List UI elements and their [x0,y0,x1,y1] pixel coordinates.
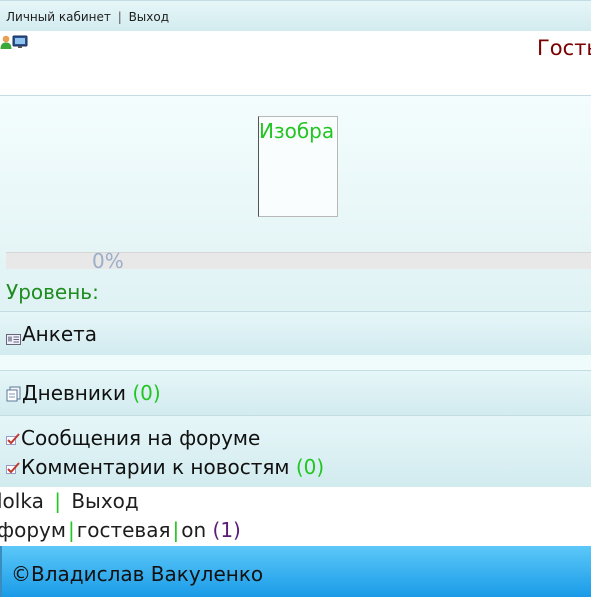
spacer-band [0,355,591,370]
guest-label: Гость [537,36,591,60]
avatar-alt-text: Изобра [259,119,335,143]
anketa-link[interactable]: Анкета [22,322,97,346]
checkmark-icon [6,460,20,474]
diaries-link[interactable]: Дневники [22,381,126,405]
level-label: Уровень: [6,280,99,304]
header: Гость [0,31,591,95]
footer-separator: | [67,518,75,542]
avatar-image: Изобра [258,116,338,217]
user-icon[interactable] [0,34,12,49]
username-link[interactable]: lolka [0,489,44,513]
monitor-icon[interactable] [12,34,28,48]
news-comments-link[interactable]: Комментарии к новостям [21,455,290,479]
profile-section: Изобра 0% Уровень: [0,95,591,312]
checkmark-icon [6,431,20,445]
online-count: (1) [212,518,241,542]
top-bar: Личный кабинет | Выход [0,0,591,33]
footer-separator: | [54,489,61,513]
guestbook-link[interactable]: гостевая [77,518,171,542]
forum-messages-link[interactable]: Сообщения на форуме [21,426,260,450]
news-comments-count: (0) [295,455,325,479]
progress-text: 0% [92,249,124,273]
diaries-count: (0) [132,381,161,405]
activity-section: Сообщения на форуме Комментарии к новост… [0,415,591,488]
footer-logout-link[interactable]: Выход [71,489,138,513]
online-link[interactable]: on [181,518,206,542]
pages-icon [6,386,21,402]
copyright-text: ©Владислав Вакуленко [11,562,264,586]
id-card-icon [6,330,21,345]
top-logout-link[interactable]: Выход [129,10,169,24]
copyright-bar: ©Владислав Вакуленко [0,546,591,597]
top-separator: | [117,10,122,24]
footer-links: lolka | Выход форум | гостевая | on (1) [0,487,591,545]
personal-cabinet-link[interactable]: Личный кабинет [6,10,111,24]
anketa-row[interactable]: Анкета [0,311,591,356]
diaries-row[interactable]: Дневники (0) [0,370,591,416]
forum-link[interactable]: форум [0,518,66,542]
footer-separator: | [172,518,180,542]
